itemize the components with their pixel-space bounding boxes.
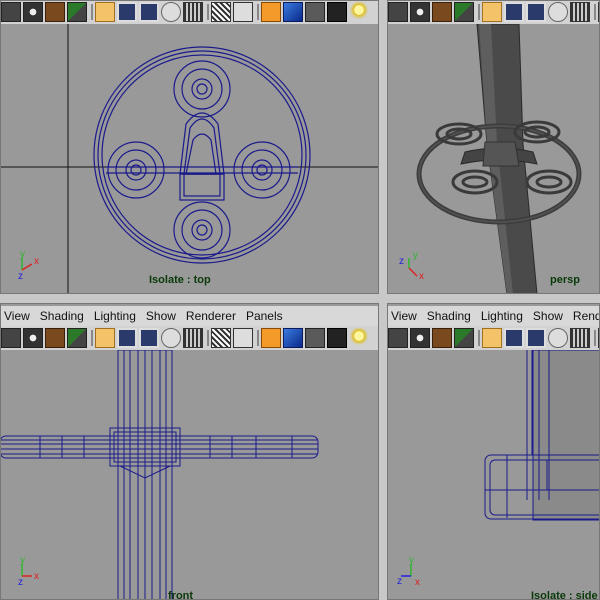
viewport-label: persp (550, 274, 580, 286)
bounding-box-icon[interactable] (327, 2, 347, 22)
horizontal-splitter[interactable] (0, 294, 600, 303)
bookmark-icon[interactable] (45, 328, 65, 348)
axis-y-label: y (413, 250, 418, 261)
viewport-menubar: View Shading Lighting Show Renderer (387, 306, 600, 326)
flat-shade-icon[interactable] (305, 328, 325, 348)
select-camera-icon[interactable] (388, 328, 408, 348)
resolution-gate-icon[interactable] (526, 2, 546, 22)
viewport-persp-canvas[interactable]: y z x persp (387, 24, 600, 294)
viewport-side-canvas[interactable]: y z x Isolate : side (387, 350, 600, 600)
image-plane-icon[interactable] (67, 328, 87, 348)
resolution-gate-icon[interactable] (526, 328, 546, 348)
menu-renderer[interactable]: Renderer (569, 309, 600, 323)
viewport-label: Isolate : top (149, 274, 211, 286)
axis-gizmo: y z x (397, 556, 437, 586)
film-gate-icon[interactable] (117, 2, 137, 22)
safe-action-icon[interactable] (161, 328, 181, 348)
pan-zoom-icon[interactable] (183, 328, 203, 348)
viewport-label: Isolate : side (531, 590, 598, 600)
image-plane-icon[interactable] (67, 2, 87, 22)
viewport-menubar: View Shading Lighting Show Renderer Pane… (0, 306, 379, 326)
bookmark-icon[interactable] (45, 2, 65, 22)
menu-show[interactable]: Show (142, 309, 182, 323)
axis-z-label: z (18, 271, 23, 280)
grid-icon[interactable] (482, 328, 502, 348)
axis-gizmo: y z x (397, 250, 437, 280)
axis-y-label: y (20, 556, 25, 566)
viewport-front-canvas[interactable]: y x z front (0, 350, 379, 600)
texture-icon[interactable] (233, 2, 253, 22)
pan-zoom-icon[interactable] (570, 328, 590, 348)
menu-lighting[interactable]: Lighting (90, 309, 142, 323)
safe-action-icon[interactable] (161, 2, 181, 22)
menu-renderer[interactable]: Renderer (182, 309, 242, 323)
viewport-top-canvas[interactable]: y x z Isolate : top (0, 24, 379, 294)
menu-show[interactable]: Show (529, 309, 569, 323)
grid-icon[interactable] (482, 2, 502, 22)
axis-x-label: x (415, 577, 420, 586)
grid-icon[interactable] (95, 328, 115, 348)
viewport-toolbar (387, 326, 600, 351)
menu-view[interactable]: View (0, 309, 36, 323)
pan-zoom-icon[interactable] (570, 2, 590, 22)
smooth-shade-icon[interactable] (283, 328, 303, 348)
menu-panels[interactable]: Panels (242, 309, 289, 323)
wireframe-icon[interactable] (211, 2, 231, 22)
camera-attributes-icon[interactable] (410, 2, 430, 22)
resolution-gate-icon[interactable] (139, 328, 159, 348)
menu-shading[interactable]: Shading (36, 309, 90, 323)
viewport-toolbar (0, 0, 379, 25)
axis-z-label: z (18, 577, 23, 586)
axis-x-label: x (34, 256, 39, 267)
pan-zoom-icon[interactable] (183, 2, 203, 22)
axis-gizmo: y x z (14, 556, 54, 586)
front-wireframe (0, 350, 319, 600)
viewport-top[interactable]: y x z Isolate : top (0, 0, 379, 294)
top-wireframe (0, 24, 379, 294)
image-plane-icon[interactable] (454, 328, 474, 348)
viewport-toolbar (0, 326, 379, 351)
axis-y-label: y (409, 556, 414, 566)
menu-shading[interactable]: Shading (423, 309, 477, 323)
bookmark-icon[interactable] (432, 328, 452, 348)
film-gate-icon[interactable] (504, 328, 524, 348)
film-gate-icon[interactable] (504, 2, 524, 22)
viewport-front[interactable]: View Shading Lighting Show Renderer Pane… (0, 303, 379, 600)
flat-shade-icon[interactable] (305, 2, 325, 22)
axis-x-label: x (419, 271, 424, 280)
isolate-select-icon[interactable] (261, 328, 281, 348)
safe-action-icon[interactable] (548, 328, 568, 348)
texture-icon[interactable] (233, 328, 253, 348)
camera-attributes-icon[interactable] (23, 2, 43, 22)
viewport-side[interactable]: View Shading Lighting Show Renderer (387, 303, 600, 600)
menu-lighting[interactable]: Lighting (477, 309, 529, 323)
viewport-label: front (168, 590, 194, 600)
axis-gizmo: y x z (14, 250, 54, 280)
film-gate-icon[interactable] (117, 328, 137, 348)
axis-z-label: z (397, 576, 402, 586)
axis-z-label: z (399, 256, 404, 267)
select-camera-icon[interactable] (1, 328, 21, 348)
select-camera-icon[interactable] (1, 2, 21, 22)
bookmark-icon[interactable] (432, 2, 452, 22)
camera-attributes-icon[interactable] (23, 328, 43, 348)
axis-x-label: x (34, 571, 39, 582)
grid-icon[interactable] (95, 2, 115, 22)
light-bulb-icon[interactable] (349, 2, 369, 22)
viewport-toolbar (387, 0, 600, 25)
select-camera-icon[interactable] (388, 2, 408, 22)
image-plane-icon[interactable] (454, 2, 474, 22)
light-bulb-icon[interactable] (349, 328, 369, 348)
camera-attributes-icon[interactable] (410, 328, 430, 348)
wireframe-icon[interactable] (211, 328, 231, 348)
safe-action-icon[interactable] (548, 2, 568, 22)
axis-y-label: y (20, 250, 25, 260)
resolution-gate-icon[interactable] (139, 2, 159, 22)
viewport-persp[interactable]: y z x persp (387, 0, 600, 294)
smooth-shade-icon[interactable] (283, 2, 303, 22)
isolate-select-icon[interactable] (261, 2, 281, 22)
bounding-box-icon[interactable] (327, 328, 347, 348)
menu-view[interactable]: View (387, 309, 423, 323)
